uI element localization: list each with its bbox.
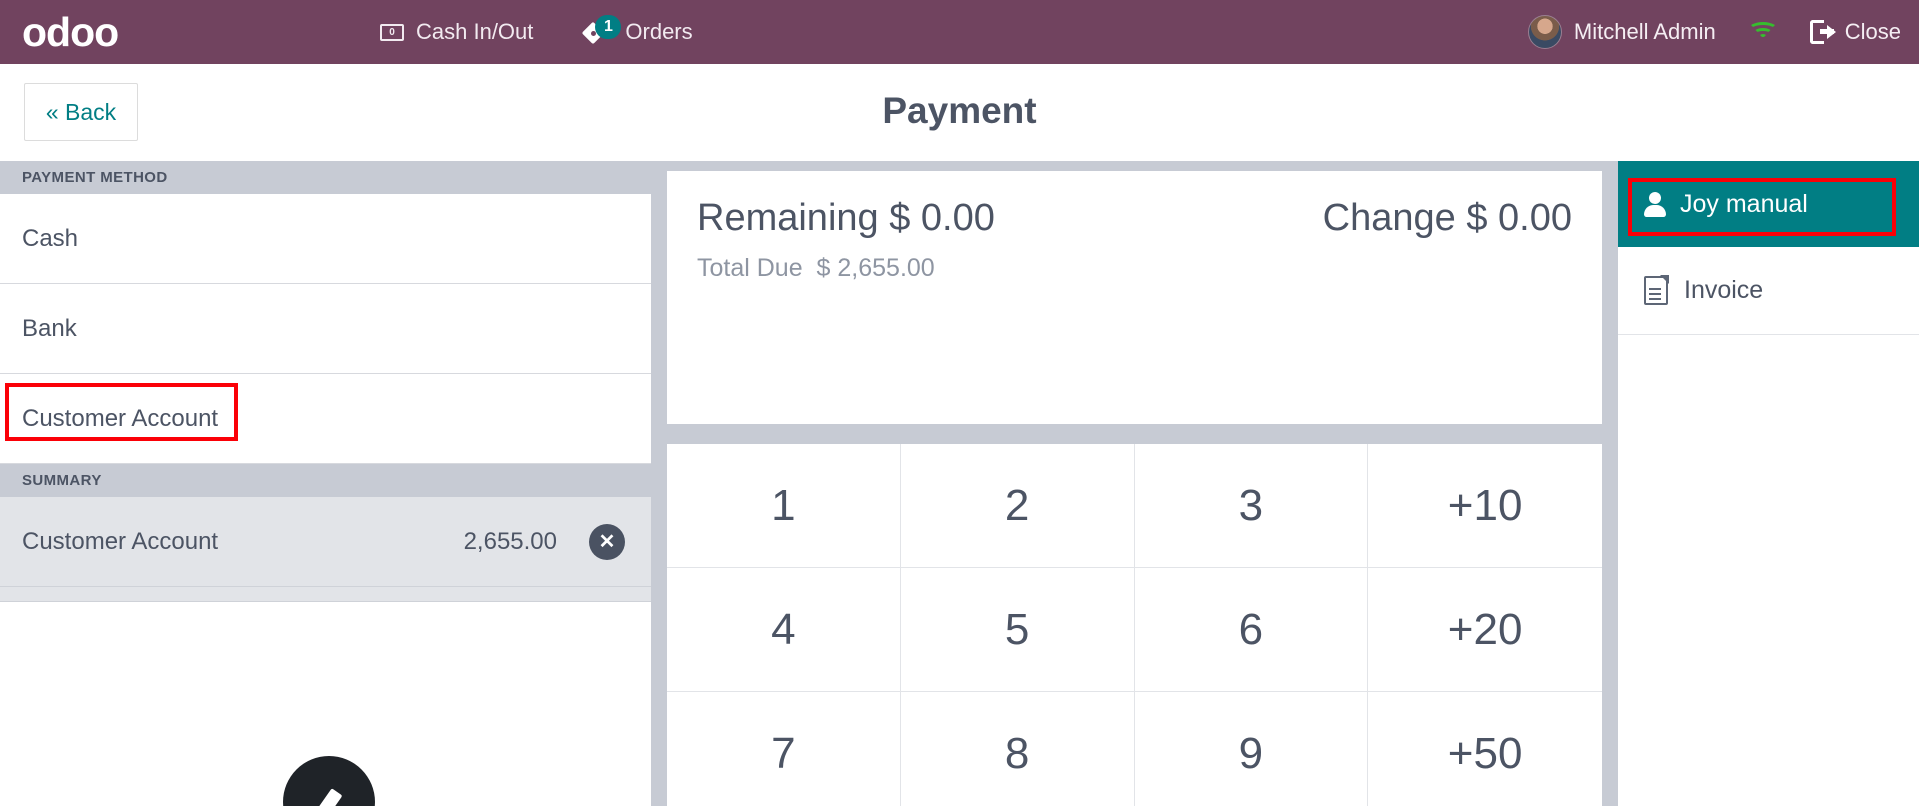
- person-icon: [1644, 192, 1666, 217]
- exit-icon: [1809, 20, 1836, 44]
- totals-row: Remaining $ 0.00 Change $ 0.00: [697, 197, 1572, 240]
- payment-method-label: Cash: [22, 224, 79, 252]
- change-label: Change: [1322, 197, 1456, 239]
- cash-in-out-label: Cash In/Out: [416, 19, 534, 44]
- payment-subheader: « Back Payment: [0, 64, 1919, 161]
- odoo-logo[interactable]: odoo: [22, 11, 119, 53]
- payment-method-customer-account[interactable]: Customer Account: [0, 374, 651, 464]
- cash-in-out-button[interactable]: 0 Cash In/Out: [380, 19, 533, 45]
- payment-method-label: Bank: [22, 314, 77, 342]
- numpad: 1 2 3 +10 4 5 6 +20 7 8 9 +50: [667, 444, 1602, 806]
- numpad-key-8[interactable]: 8: [900, 692, 1135, 806]
- summary-spacer: [0, 587, 651, 602]
- summary-line-label: Customer Account: [22, 527, 219, 555]
- total-due: Total Due $ 2,655.00: [697, 254, 1572, 283]
- numpad-key-1[interactable]: 1: [667, 444, 901, 568]
- customer-name-label: Joy manual: [1680, 189, 1808, 218]
- change-value: $ 0.00: [1466, 197, 1572, 239]
- orders-button[interactable]: 1 Orders: [583, 15, 693, 45]
- payment-method-cash[interactable]: Cash: [0, 194, 651, 284]
- numpad-key-2[interactable]: 2: [900, 444, 1135, 568]
- numpad-key-7[interactable]: 7: [667, 692, 901, 806]
- numpad-key-6[interactable]: 6: [1134, 568, 1369, 692]
- cash-in-out-icon: 0: [380, 23, 404, 41]
- left-panel-blank-area: [0, 602, 651, 722]
- topbar-center-actions: 0 Cash In/Out 1 Orders: [380, 0, 693, 64]
- orders-count-badge: 1: [595, 15, 622, 39]
- payment-method-section-header: PAYMENT METHOD: [0, 161, 651, 194]
- numpad-key-9[interactable]: 9: [1134, 692, 1369, 806]
- close-session-button[interactable]: Close: [1809, 19, 1901, 45]
- change-amount: Change $ 0.00: [1323, 197, 1572, 240]
- payment-main-panel: Remaining $ 0.00 Change $ 0.00 Total Due…: [651, 161, 1618, 806]
- total-due-value: $ 2,655.00: [816, 254, 935, 282]
- page-title: Payment: [882, 90, 1037, 131]
- invoice-label: Invoice: [1684, 276, 1764, 304]
- numpad-key-plus50[interactable]: +50: [1368, 692, 1602, 806]
- numpad-key-plus20[interactable]: +20: [1368, 568, 1602, 692]
- invoice-button[interactable]: Invoice: [1618, 247, 1919, 335]
- payment-method-label: Customer Account: [22, 404, 219, 432]
- summary-line-amount: 2,655.00: [463, 527, 557, 555]
- payment-sidebar: Joy manual Invoice: [1618, 161, 1919, 806]
- close-circle-icon[interactable]: ✕: [589, 523, 625, 560]
- remaining-value: $ 0.00: [889, 197, 995, 239]
- payment-methods-panel: PAYMENT METHOD Cash Bank Customer Accoun…: [0, 161, 651, 806]
- document-icon: [1644, 275, 1669, 305]
- payment-method-bank[interactable]: Bank: [0, 284, 651, 374]
- payment-totals-card: Remaining $ 0.00 Change $ 0.00 Total Due…: [667, 171, 1602, 424]
- user-menu-button[interactable]: Mitchell Admin: [1527, 15, 1716, 49]
- user-avatar: [1527, 15, 1562, 49]
- pos-payment-screen: odoo 0 Cash In/Out 1 Orders Mitchell Adm…: [0, 0, 1919, 806]
- close-label: Close: [1844, 19, 1901, 44]
- numpad-key-5[interactable]: 5: [900, 568, 1135, 692]
- user-name-label: Mitchell Admin: [1573, 19, 1716, 44]
- wifi-icon[interactable]: [1746, 20, 1780, 44]
- numpad-key-plus10[interactable]: +10: [1368, 444, 1602, 568]
- joy-manual-customer-button[interactable]: Joy manual: [1618, 161, 1919, 247]
- numpad-key-4[interactable]: 4: [667, 568, 901, 692]
- remaining-label: Remaining: [697, 197, 879, 239]
- remaining-amount: Remaining $ 0.00: [697, 197, 995, 240]
- total-due-label: Total Due: [697, 254, 803, 282]
- top-navigation-bar: odoo 0 Cash In/Out 1 Orders Mitchell Adm…: [0, 0, 1919, 64]
- summary-section-header: SUMMARY: [0, 464, 651, 497]
- topbar-right-actions: Mitchell Admin Close: [1527, 0, 1901, 64]
- summary-line: Customer Account 2,655.00 ✕: [0, 497, 651, 587]
- orders-label: Orders: [625, 19, 693, 44]
- numpad-key-3[interactable]: 3: [1134, 444, 1369, 568]
